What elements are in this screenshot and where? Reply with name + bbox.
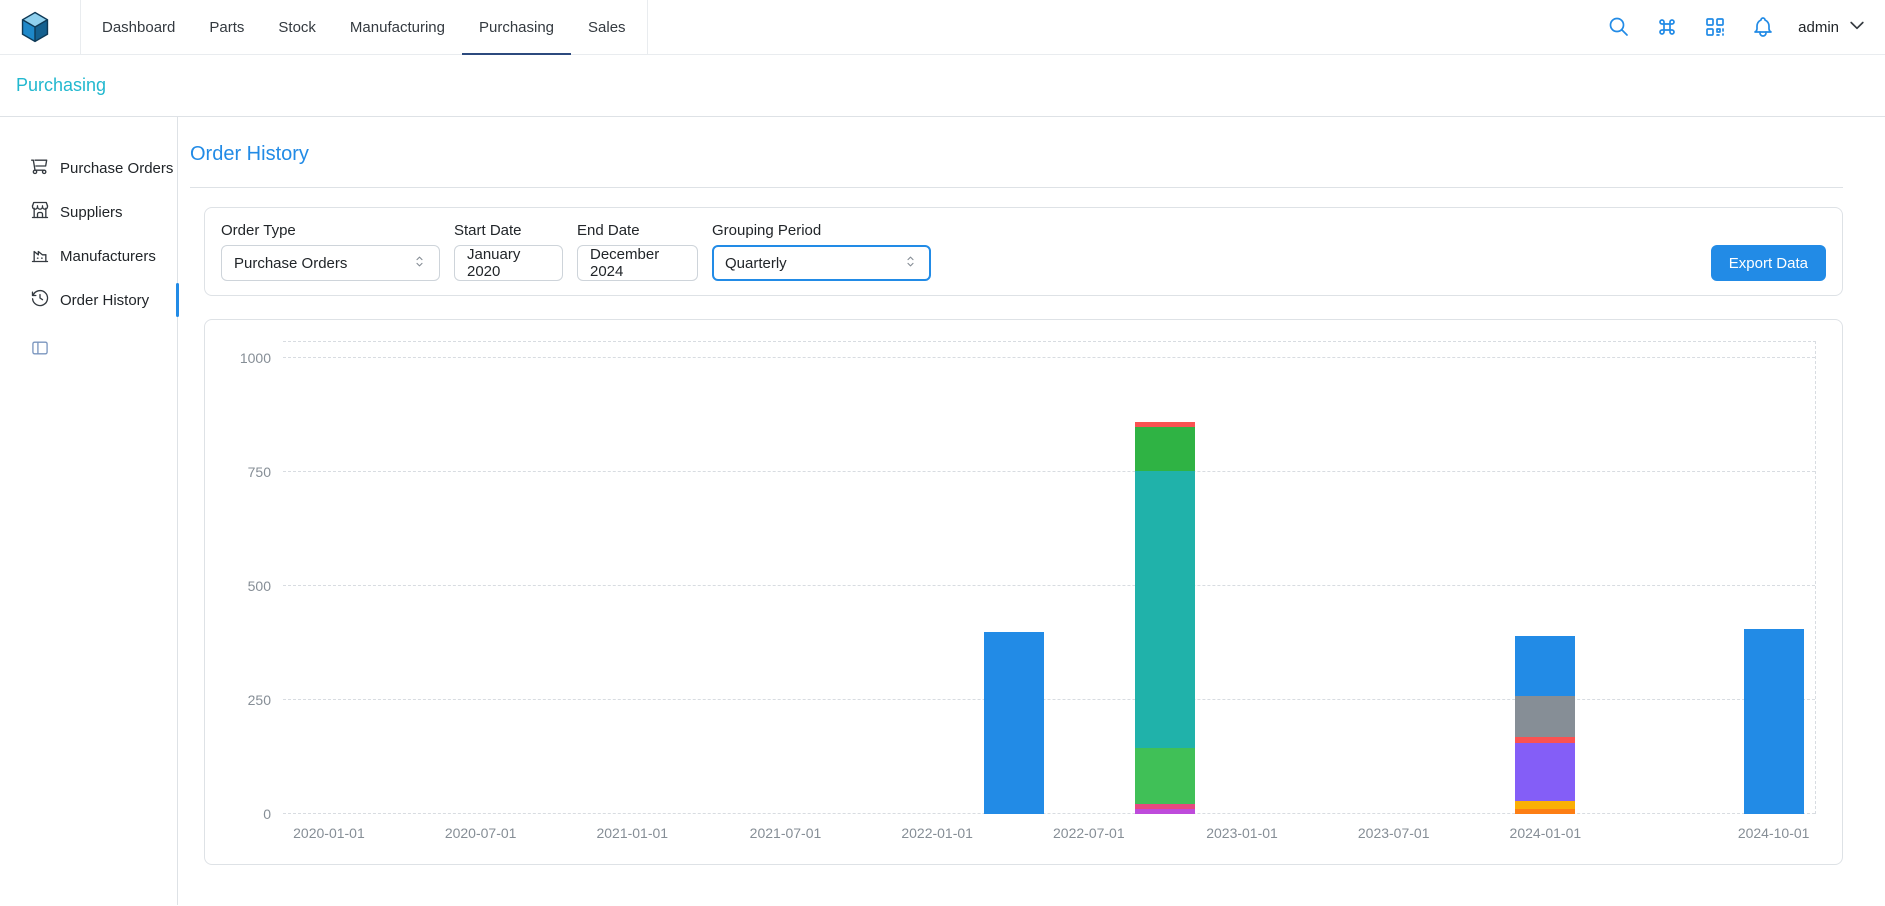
start-date-input[interactable]: January 2020 [454, 245, 563, 281]
x-axis-label: 2024-01-01 [1510, 825, 1582, 841]
top-navbar: DashboardPartsStockManufacturingPurchasi… [0, 0, 1885, 55]
username: admin [1798, 19, 1839, 36]
bar-segment [1515, 636, 1575, 696]
inventree-logo-icon [18, 10, 52, 44]
y-gridline [283, 471, 1815, 472]
sidebar-item-manufacturers[interactable]: Manufacturers [0, 234, 177, 278]
tab-sales[interactable]: Sales [571, 0, 643, 55]
factory-icon [30, 244, 50, 268]
main-panel: Order History Order Type Purchase Orders… [178, 117, 1885, 905]
grouping-period-value: Quarterly [725, 255, 787, 272]
tab-purchasing[interactable]: Purchasing [462, 0, 571, 55]
sidebar-item-label: Suppliers [60, 204, 123, 221]
selector-chevrons-icon [903, 254, 918, 273]
command-icon[interactable] [1654, 14, 1680, 40]
end-date-input[interactable]: December 2024 [577, 245, 698, 281]
end-date-group: End Date December 2024 [577, 222, 698, 281]
sidebar-item-label: Order History [60, 292, 149, 309]
sidebar-items: Purchase Orders Suppliers Manufacturers Ord… [0, 146, 177, 322]
x-axis-label: 2023-07-01 [1358, 825, 1430, 841]
sidebar-item-label: Manufacturers [60, 248, 156, 265]
x-axis-label: 2020-07-01 [445, 825, 517, 841]
order-type-group: Order Type Purchase Orders [221, 222, 440, 281]
stacked-bar [1135, 342, 1195, 814]
plot-area: 025050075010002020-01-012020-07-012021-0… [283, 341, 1816, 814]
sidebar-item-suppliers[interactable]: Suppliers [0, 190, 177, 234]
x-axis-label: 2023-01-01 [1206, 825, 1278, 841]
bell-icon[interactable] [1750, 14, 1776, 40]
shopping-cart-icon [30, 156, 50, 180]
grouping-period-group: Grouping Period Quarterly [712, 222, 931, 281]
bar-segment [1515, 696, 1575, 737]
x-axis-label: 2024-10-01 [1738, 825, 1810, 841]
y-gridline [283, 357, 1815, 358]
x-axis-label: 2022-07-01 [1053, 825, 1125, 841]
order-type-select[interactable]: Purchase Orders [221, 245, 440, 281]
sidebar: Purchase Orders Suppliers Manufacturers Ord… [0, 117, 178, 905]
y-gridline [283, 699, 1815, 700]
start-date-label: Start Date [454, 222, 563, 239]
history-clock-icon [30, 288, 50, 312]
stacked-bar [1515, 342, 1575, 814]
bar-segment [1135, 748, 1195, 804]
bar-segment [984, 632, 1044, 814]
x-axis-label: 2021-07-01 [750, 825, 822, 841]
y-axis-label: 0 [263, 806, 271, 822]
breadcrumb-bar: Purchasing [0, 55, 1885, 117]
y-axis-label: 750 [248, 464, 271, 480]
filter-card: Order Type Purchase Orders Start Date Ja… [204, 207, 1843, 296]
y-axis-label: 1000 [240, 350, 271, 366]
sidebar-item-label: Purchase Orders [60, 160, 173, 177]
y-axis-label: 250 [248, 692, 271, 708]
bar-segment [1515, 801, 1575, 809]
tab-manufacturing[interactable]: Manufacturing [333, 0, 462, 55]
order-type-label: Order Type [221, 222, 440, 239]
tab-dashboard[interactable]: Dashboard [85, 0, 192, 55]
bar-segment [1135, 471, 1195, 749]
navbar-actions: admin [1606, 14, 1867, 40]
x-axis-label: 2022-01-01 [901, 825, 973, 841]
export-data-button[interactable]: Export Data [1711, 245, 1826, 281]
start-date-group: Start Date January 2020 [454, 222, 563, 281]
start-date-value: January 2020 [467, 246, 550, 280]
y-axis-label: 500 [248, 578, 271, 594]
breadcrumb-purchasing[interactable]: Purchasing [16, 75, 106, 96]
sidebar-item-purchase-orders[interactable]: Purchase Orders [0, 146, 177, 190]
bar-segment [1135, 809, 1195, 814]
chart-card: 0 250 500 750 1000 2020-01-01 2020-07-01 2021-0… [204, 319, 1843, 865]
building-store-icon [30, 200, 50, 224]
selector-chevrons-icon [412, 254, 427, 273]
bar-segment [1744, 629, 1804, 814]
x-axis-label: 2020-01-01 [293, 825, 365, 841]
page-title: Order History [190, 143, 1843, 166]
bar-segment [1515, 809, 1575, 814]
inventree-logo[interactable] [18, 10, 52, 44]
stacked-bar [1744, 342, 1804, 814]
end-date-value: December 2024 [590, 246, 685, 280]
order-type-value: Purchase Orders [234, 255, 347, 272]
sidebar-collapse-icon[interactable] [30, 338, 50, 358]
end-date-label: End Date [577, 222, 698, 239]
grouping-period-select[interactable]: Quarterly [712, 245, 931, 281]
main-tabs: DashboardPartsStockManufacturingPurchasi… [80, 0, 648, 55]
search-icon[interactable] [1606, 14, 1632, 40]
chevron-down-icon [1847, 15, 1867, 40]
content-area: Purchase Orders Suppliers Manufacturers Ord… [0, 117, 1885, 905]
bar-segment [1135, 427, 1195, 471]
grouping-period-label: Grouping Period [712, 222, 931, 239]
x-axis-label: 2021-01-01 [596, 825, 668, 841]
tab-stock[interactable]: Stock [261, 0, 333, 55]
sidebar-item-order-history[interactable]: Order History [0, 278, 177, 322]
tab-parts[interactable]: Parts [192, 0, 261, 55]
bar-segment [1515, 743, 1575, 801]
stacked-bar [984, 342, 1044, 814]
y-gridline [283, 585, 1815, 586]
title-divider [190, 187, 1843, 188]
user-menu[interactable]: admin [1798, 15, 1867, 40]
y-gridline [283, 813, 1815, 814]
qr-grid-icon[interactable] [1702, 14, 1728, 40]
app-window: DashboardPartsStockManufacturingPurchasi… [0, 0, 1885, 905]
